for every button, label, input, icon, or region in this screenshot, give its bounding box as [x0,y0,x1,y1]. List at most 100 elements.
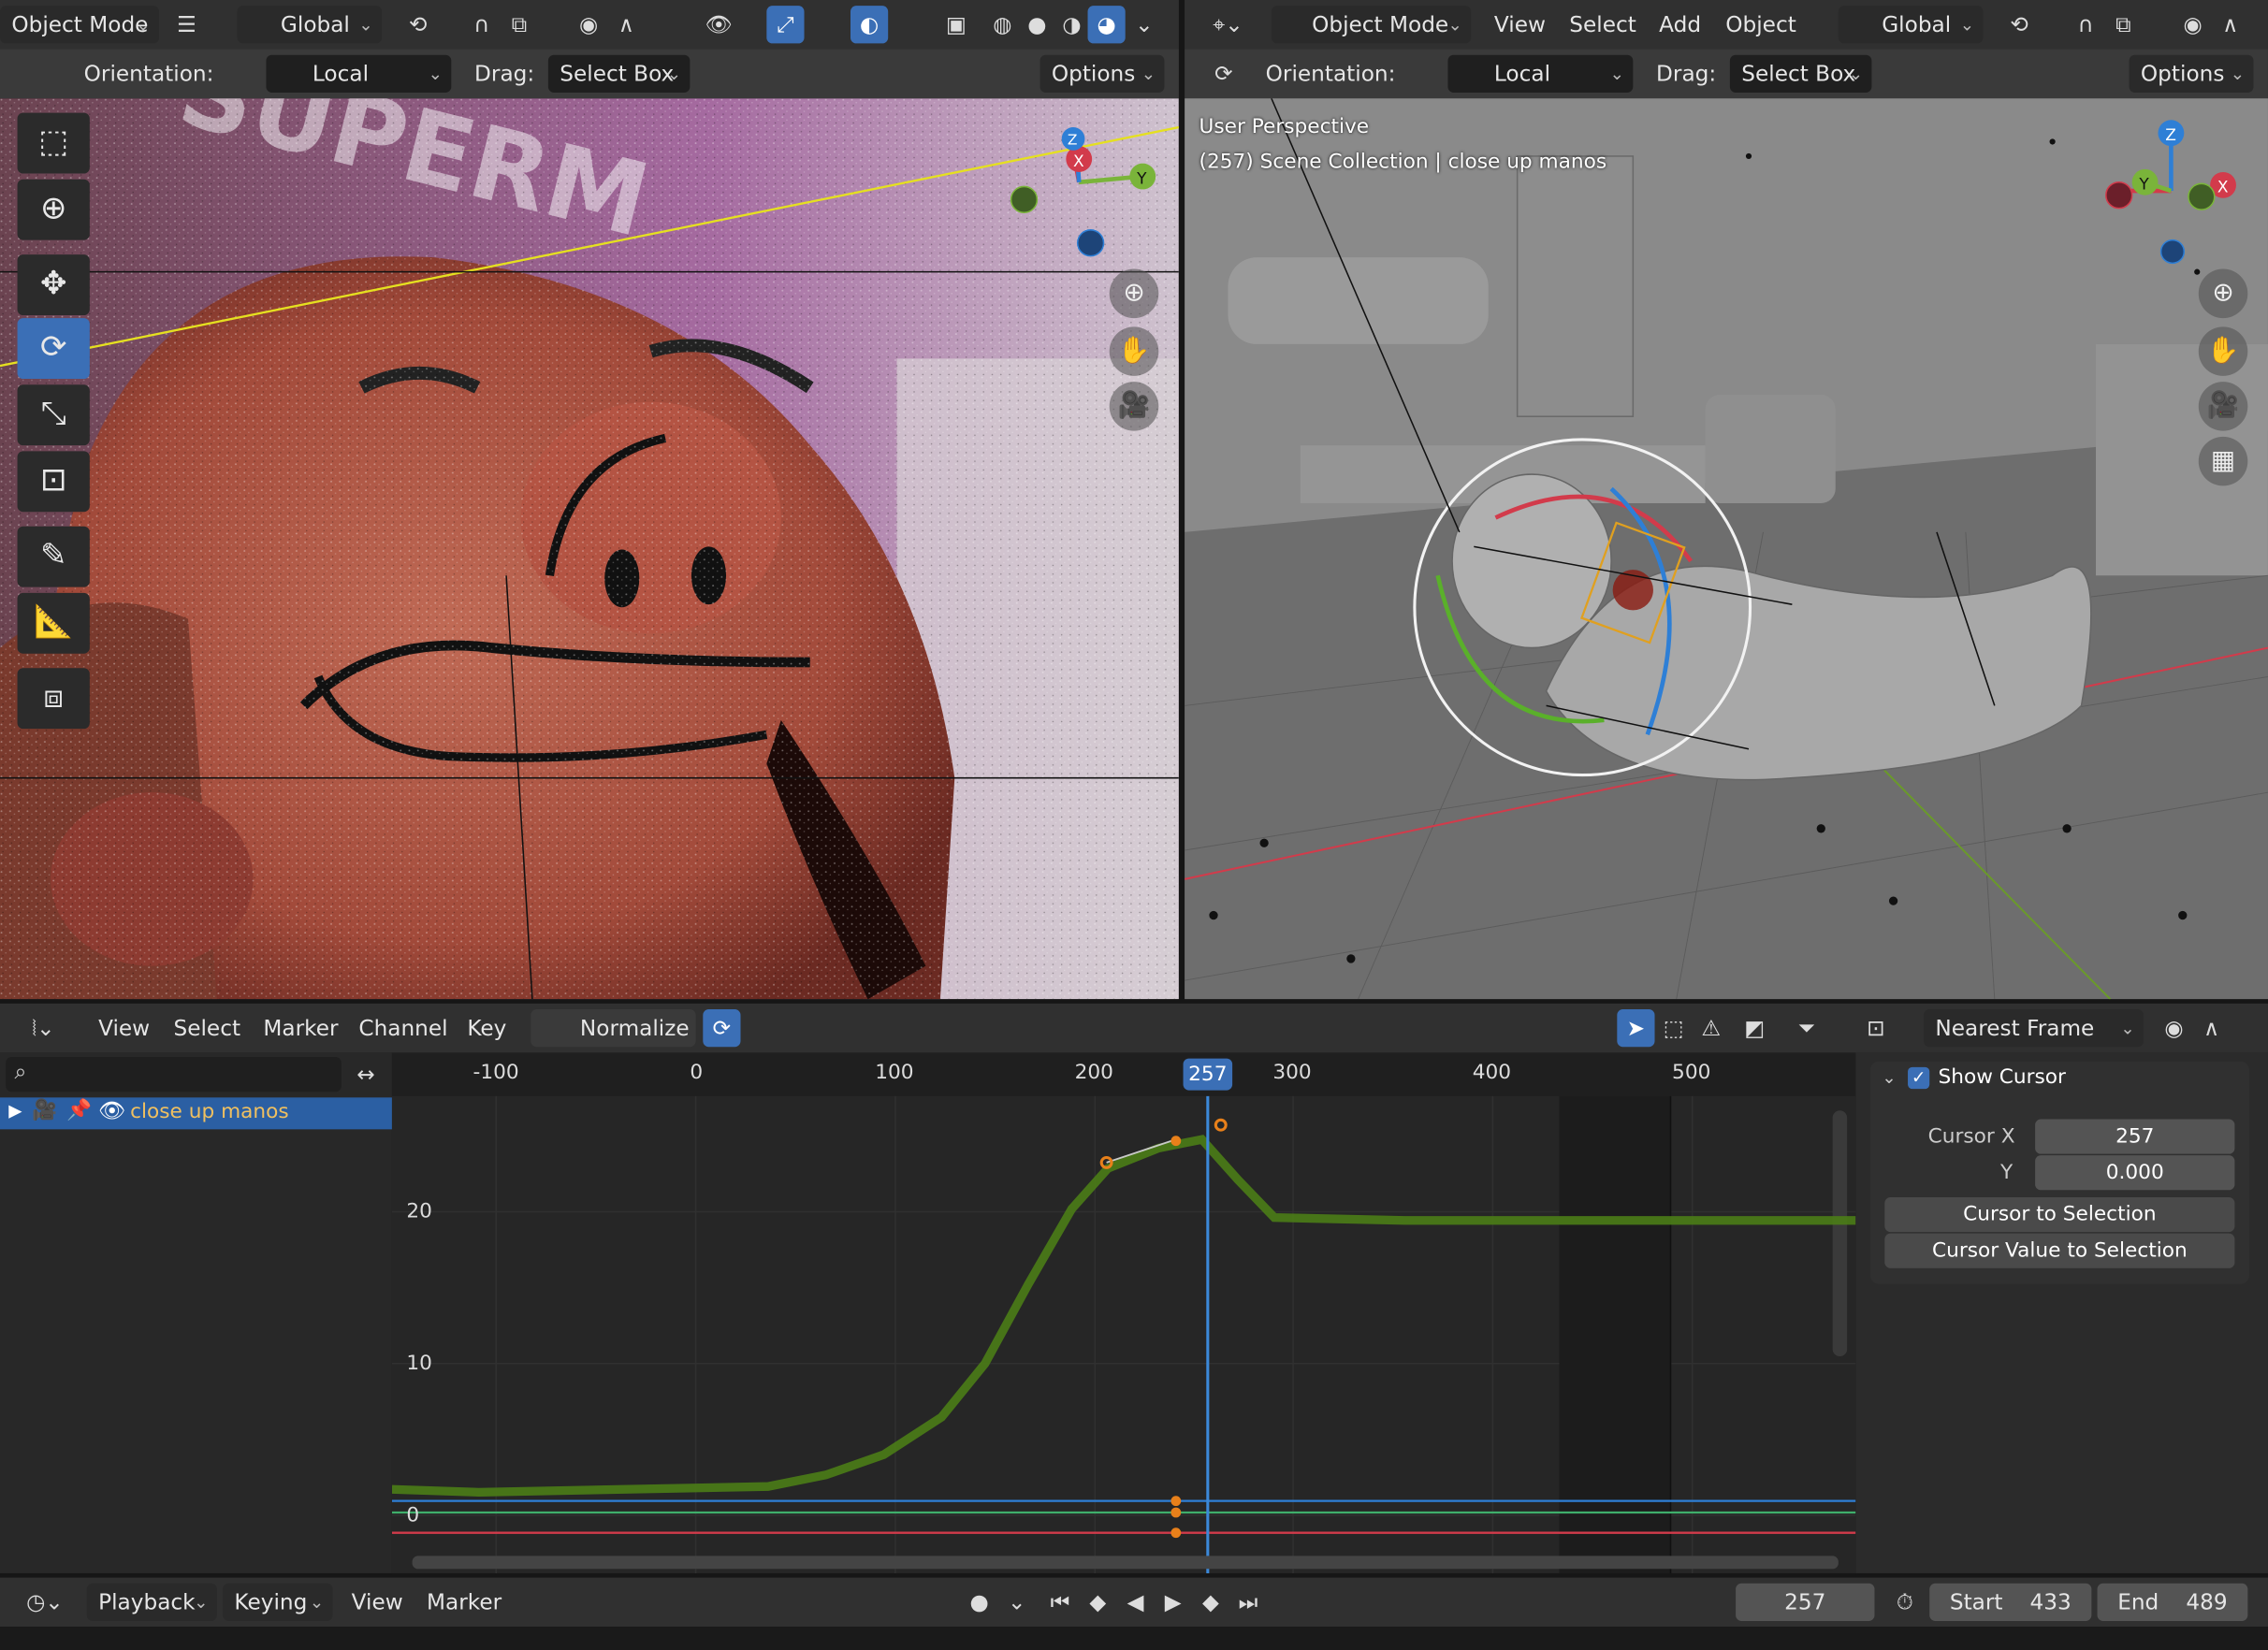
drag-dropdown[interactable]: Select Box ⌄ [547,54,691,93]
camera-view-icon[interactable]: 🎥 [1109,382,1159,431]
scale-tool-icon[interactable]: ⤡ [17,384,90,446]
show-cursor-checkbox[interactable]: ✓ [1908,1066,1930,1090]
menu-view[interactable]: View [98,1004,150,1053]
view-toggle-icon[interactable]: ◩ [1736,1009,1773,1047]
snap-mode-dropdown[interactable]: Nearest Frame ⌄ [1924,1009,2144,1048]
solid-shading-icon[interactable]: ● [1018,6,1055,43]
measure-tool-icon[interactable]: 📐 [17,592,90,654]
gizmo-toggle-icon[interactable]: ⤢ [766,6,805,44]
snap-increment-icon[interactable]: ⧉ [2104,6,2142,43]
menu-add[interactable]: Add [1659,0,1701,50]
hamburger-menu-icon[interactable]: ☰ [167,6,205,43]
options-dropdown[interactable]: Options ⌄ [1040,54,1165,93]
pivot-point-icon[interactable]: ⟲ [2000,6,2038,43]
warning-icon[interactable]: ⚠ [1693,1009,1730,1047]
rotate-tool-icon[interactable]: ⟳ [17,318,90,380]
auto-normalize-icon[interactable]: ⟳ [703,1009,741,1048]
menu-view[interactable]: View [352,1578,403,1628]
proportional-edit-icon[interactable]: ◉ [570,6,607,43]
wireframe-shading-icon[interactable]: ◍ [983,6,1021,43]
cursor-value-to-selection-button[interactable]: Cursor Value to Selection [1884,1233,2235,1268]
keying-dropdown[interactable]: Keying ⌄ [223,1583,333,1621]
cursor-y-field[interactable]: 0.000 [2035,1155,2235,1191]
editor-type-timeline-icon[interactable]: ◷⌄ [18,1584,73,1621]
next-keyframe-icon[interactable]: ◆ [1192,1584,1229,1621]
transform-orientation-dropdown[interactable]: Global ⌄ [1838,6,1984,44]
menu-select[interactable]: Select [174,1004,241,1053]
proportional-edit-icon[interactable]: ◉ [2155,1009,2192,1047]
navigation-gizmo[interactable]: Z X Y [2096,116,2262,275]
rendered-shading-icon[interactable]: ◕ [1087,6,1126,44]
cursor-to-selection-button[interactable]: Cursor to Selection [1884,1197,2235,1233]
camera-view-icon[interactable]: 🎥 [2198,382,2248,431]
visibility-eye-icon[interactable]: 👁 [700,6,737,43]
falloff-curve-icon[interactable]: ∧ [607,6,645,43]
channel-search-input[interactable]: ⌕ [6,1057,342,1093]
jump-to-end-icon[interactable]: ⏭ [1229,1584,1267,1621]
proportional-edit-icon[interactable]: ◉ [2174,6,2211,43]
move-tool-icon[interactable]: ✥ [17,254,90,316]
mode-dropdown[interactable]: Object Mode ⌄ [1271,6,1472,44]
falloff-curve-icon[interactable]: ∧ [2193,1009,2231,1047]
normalize-toggle[interactable]: Normalize [531,1009,696,1048]
camera-render-viewport[interactable]: SUPERM ⬚ ⊕ ✥ ⟳ ⤡ ⊡ ✎ 📐 ⧈ [0,98,1179,1000]
annotate-tool-icon[interactable]: ✎ [17,526,90,587]
zoom-icon[interactable]: ⊕ [1109,268,1159,319]
expand-triangle-icon[interactable]: ▶ [8,1100,22,1121]
menu-select[interactable]: Select [1569,0,1636,50]
menu-view[interactable]: View [1494,0,1546,50]
start-frame-field[interactable]: Start 433 [1929,1583,2092,1621]
drag-dropdown[interactable]: Select Box ⌄ [1729,54,1872,93]
swap-filter-icon[interactable]: ↔ [347,1056,385,1093]
overlays-toggle-icon[interactable]: ◐ [850,6,889,44]
editor-type-icon[interactable]: ⌖⌄ [1202,6,1255,43]
record-options-icon[interactable]: ⌄ [998,1584,1036,1621]
menu-object[interactable]: Object [1725,0,1796,50]
play-icon[interactable]: ▶ [1155,1584,1192,1621]
cursor-x-field[interactable]: 257 [2035,1119,2235,1154]
material-shading-icon[interactable]: ◑ [1053,6,1090,43]
record-icon[interactable]: ● [960,1584,997,1621]
pin-icon[interactable]: 📌 [66,1099,92,1122]
menu-key[interactable]: Key [467,1004,506,1053]
transform-orientation-dropdown[interactable]: Global ⌄ [237,6,383,44]
select-tweak-icon[interactable]: ➤ [1617,1009,1655,1048]
previous-keyframe-icon[interactable]: ◆ [1079,1584,1116,1621]
current-frame-field[interactable]: 257 [1736,1583,1875,1621]
menu-marker[interactable]: Marker [427,1578,502,1628]
box-select-icon[interactable]: ⬚ [1655,1009,1693,1047]
graph-area[interactable]: -100 0 100 200 300 400 500 257 20 10 0 [391,1052,1856,1573]
snap-increment-icon[interactable]: ⧉ [501,6,538,43]
pan-hand-icon[interactable]: ✋ [2198,326,2248,376]
falloff-curve-icon[interactable]: ∧ [2212,6,2249,43]
pivot-icon[interactable]: ⊡ [1857,1009,1895,1047]
perspective-grid-icon[interactable]: ▦ [2198,436,2248,486]
pivot-point-icon[interactable]: ⟲ [400,6,437,43]
select-box-tool-icon[interactable]: ⬚ [17,112,90,174]
stopwatch-icon[interactable]: ⏱ [1886,1584,1924,1621]
end-frame-field[interactable]: End 489 [2097,1583,2248,1621]
zoom-icon[interactable]: ⊕ [2198,268,2248,319]
eye-icon[interactable]: 👁 [98,1097,125,1123]
menu-channel[interactable]: Channel [358,1004,447,1053]
frame-ruler[interactable] [391,1052,1856,1096]
play-reverse-icon[interactable]: ◀ [1116,1584,1154,1621]
navigation-gizmo[interactable]: Y X Z [998,124,1172,269]
current-frame-indicator[interactable]: 257 [1183,1058,1233,1091]
playback-dropdown[interactable]: Playback ⌄ [86,1583,217,1621]
filter-icon[interactable]: ⏷ [1788,1009,1825,1047]
mode-dropdown[interactable]: Object Mode ⌄ [0,6,160,44]
xray-toggle-icon[interactable]: ▣ [938,6,975,43]
menu-marker[interactable]: Marker [263,1004,338,1053]
jump-to-start-icon[interactable]: ⏮ [1041,1584,1079,1621]
shading-options-chevron-icon[interactable]: ⌄ [1126,6,1163,43]
cursor-tool-icon[interactable]: ⊕ [17,179,90,240]
collapse-chevron-icon[interactable]: ⌄ [1882,1067,1897,1088]
options-dropdown[interactable]: Options ⌄ [2129,54,2254,93]
snap-magnet-icon[interactable]: ∩ [463,6,501,43]
solid-perspective-viewport[interactable]: User Perspective (257) Scene Collection … [1185,98,2268,1000]
pan-hand-icon[interactable]: ✋ [1109,326,1159,376]
orientation-dropdown[interactable]: Local ⌄ [1447,54,1634,93]
transform-tool-icon[interactable]: ⊡ [17,451,90,513]
editor-type-graph-icon[interactable]: ⦚⌄ [14,1009,72,1047]
